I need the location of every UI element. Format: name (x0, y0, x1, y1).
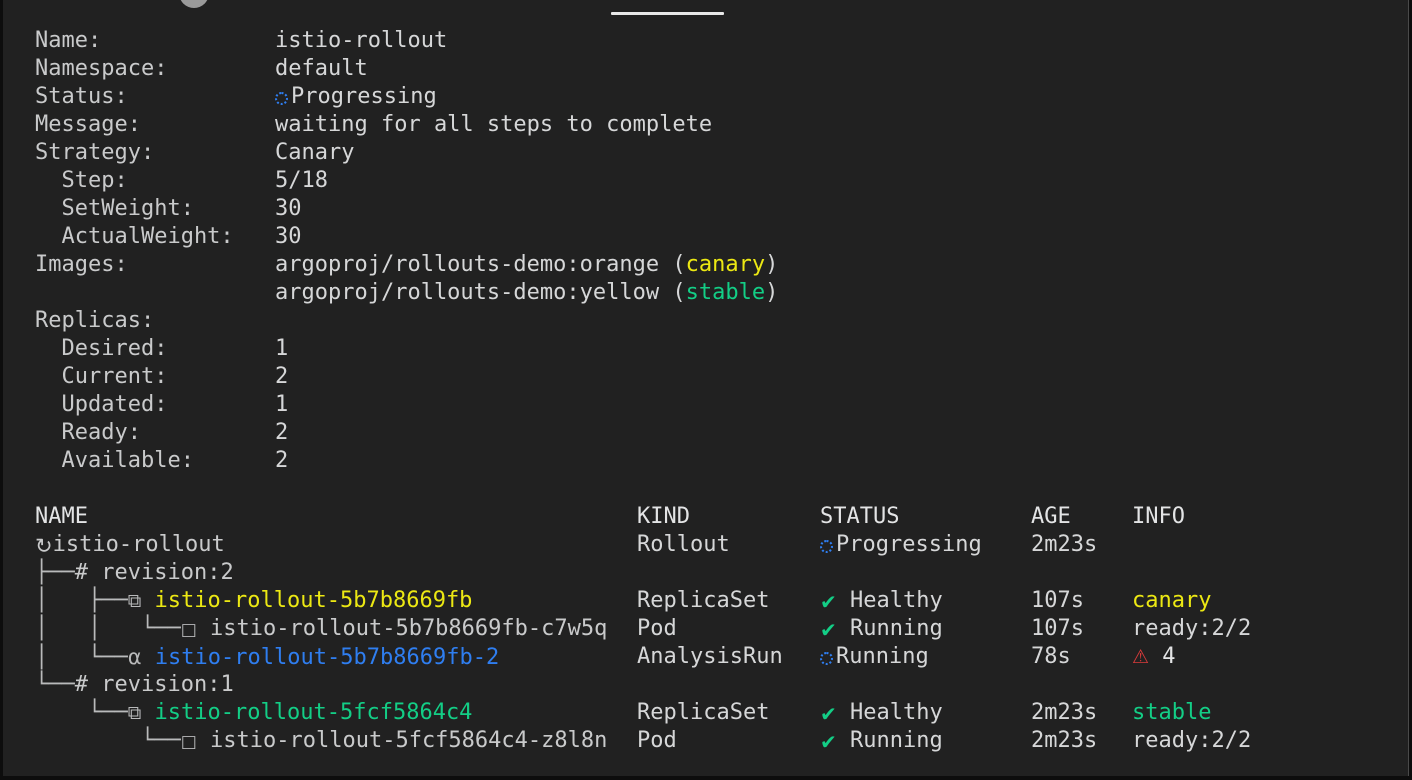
summary-value-strategy: Canary (275, 139, 354, 167)
replicaset-icon: ⧉ (128, 702, 142, 724)
tree-row-status: ✔ Running (820, 615, 943, 643)
summary-label-replicas: Replicas: (35, 307, 154, 335)
replicas-value-ready: 2 (275, 419, 288, 447)
tree-row-kind: Pod (637, 615, 677, 643)
table-row[interactable]: │ │ └──□ istio-rollout-5b7b8669fb-c7w5q (35, 615, 607, 643)
column-header-info: INFO (1132, 503, 1185, 531)
tree-row-kind: ReplicaSet (637, 699, 769, 727)
tree-row-name: istio-rollout-5b7b8669fb (155, 588, 473, 613)
progressing-spinner-icon (820, 652, 833, 665)
tree-row-age: 2m23s (1031, 531, 1097, 559)
tree-row-status: ✔ Running (820, 727, 943, 755)
tree-row-name: istio-rollout-5fcf5864c4 (155, 700, 473, 725)
tree-row-age: 107s (1031, 615, 1084, 643)
summary-label-actualweight: ActualWeight: (35, 223, 234, 251)
column-header-age: AGE (1031, 503, 1071, 531)
table-row[interactable]: ↻istio-rollout (35, 531, 225, 559)
revision-hash-icon: # (75, 672, 88, 697)
tree-branch: │ └── (35, 645, 128, 670)
replicas-value-available: 2 (275, 447, 288, 475)
summary-value-actualweight: 30 (275, 223, 302, 251)
tree-row-info: ⚠ 4 (1132, 643, 1176, 671)
check-icon: ✔ (820, 732, 837, 752)
summary-value-status: Progressing (275, 83, 437, 111)
pod-icon: □ (181, 732, 197, 752)
check-icon: ✔ (820, 592, 837, 612)
tree-row-age: 2m23s (1031, 699, 1097, 727)
terminal-screen: Name: istio-rollout Namespace: default S… (3, 0, 1412, 780)
table-row[interactable]: └──□ istio-rollout-5fcf5864c4-z8l8n (35, 727, 607, 755)
tree-branch: │ ├── (35, 588, 128, 613)
tree-row-kind: ReplicaSet (637, 587, 769, 615)
tree-row-age: 107s (1031, 587, 1084, 615)
table-row[interactable]: └──⧉ istio-rollout-5fcf5864c4 (35, 699, 472, 727)
tree-row-info: canary (1132, 587, 1211, 615)
table-row[interactable]: ├──# revision:2 (35, 559, 234, 587)
summary-value-image-canary: argoproj/rollouts-demo:orange (canary) (275, 251, 778, 279)
tree-branch: │ │ └── (35, 616, 181, 641)
summary-label-name: Name: (35, 27, 101, 55)
tree-row-kind: Rollout (637, 531, 730, 559)
tree-row-name: istio-rollout-5fcf5864c4-z8l8n (210, 728, 607, 753)
tree-row-kind: AnalysisRun (637, 643, 783, 671)
summary-label-images: Images: (35, 251, 128, 279)
column-header-status: STATUS (820, 503, 899, 531)
tree-row-info: stable (1132, 699, 1211, 727)
summary-label-step: Step: (35, 167, 128, 195)
replicas-label-ready: Ready: (35, 419, 141, 447)
summary-value-name: istio-rollout (275, 27, 447, 55)
summary-label-strategy: Strategy: (35, 139, 154, 167)
replicas-value-updated: 1 (275, 391, 288, 419)
tree-row-age: 78s (1031, 643, 1071, 671)
tree-row-status: ✔ Healthy (820, 699, 943, 727)
tree-row-name: istio-rollout (53, 532, 225, 557)
summary-value-step: 5/18 (275, 167, 328, 195)
refresh-icon: ↻ (35, 532, 53, 560)
tree-row-status: Progressing (820, 531, 982, 559)
tree-row-name: revision:1 (101, 672, 233, 697)
tree-branch: └── (35, 728, 181, 753)
revision-hash-icon: # (75, 560, 88, 585)
column-header-name: NAME (35, 503, 88, 531)
table-row[interactable]: └──# revision:1 (35, 671, 234, 699)
tree-row-info: ready:2/2 (1132, 727, 1251, 755)
check-icon: ✔ (820, 620, 837, 640)
replicas-label-current: Current: (35, 363, 167, 391)
warning-triangle-icon: ⚠ (1132, 646, 1149, 668)
tree-branch: ├── (35, 560, 75, 585)
tree-row-status: Running (820, 643, 929, 671)
replicas-value-current: 2 (275, 363, 288, 391)
replicas-label-available: Available: (35, 447, 194, 475)
replicas-value-desired: 1 (275, 335, 288, 363)
terminal-window[interactable]: Name: istio-rollout Namespace: default S… (0, 0, 1412, 780)
replicas-label-updated: Updated: (35, 391, 167, 419)
summary-label-status: Status: (35, 83, 128, 111)
tree-branch: └── (35, 672, 75, 697)
progressing-spinner-icon (275, 92, 288, 105)
progressing-spinner-icon (820, 540, 833, 553)
tree-row-age: 2m23s (1031, 727, 1097, 755)
tree-branch: └── (35, 700, 128, 725)
column-header-kind: KIND (637, 503, 690, 531)
check-icon: ✔ (820, 704, 837, 724)
table-row[interactable]: │ ├──⧉ istio-rollout-5b7b8669fb (35, 587, 472, 615)
replicas-label-desired: Desired: (35, 335, 167, 363)
tree-row-name: istio-rollout-5b7b8669fb-c7w5q (210, 616, 607, 641)
replicaset-icon: ⧉ (128, 590, 142, 612)
tree-row-kind: Pod (637, 727, 677, 755)
table-row[interactable]: │ └──α istio-rollout-5b7b8669fb-2 (35, 643, 499, 671)
tree-row-status: ✔ Healthy (820, 587, 943, 615)
summary-label-message: Message: (35, 111, 141, 139)
tree-row-name: istio-rollout-5b7b8669fb-2 (155, 645, 499, 670)
summary-value-message: waiting for all steps to complete (275, 111, 712, 139)
summary-label-namespace: Namespace: (35, 55, 167, 83)
summary-value-setweight: 30 (275, 195, 302, 223)
summary-value-image-stable: argoproj/rollouts-demo:yellow (stable) (275, 279, 778, 307)
pod-icon: □ (181, 620, 197, 640)
analysisrun-icon: α (128, 645, 142, 669)
summary-label-setweight: SetWeight: (35, 195, 194, 223)
tree-row-name: revision:2 (101, 560, 233, 585)
tree-row-info: ready:2/2 (1132, 615, 1251, 643)
summary-value-namespace: default (275, 55, 368, 83)
